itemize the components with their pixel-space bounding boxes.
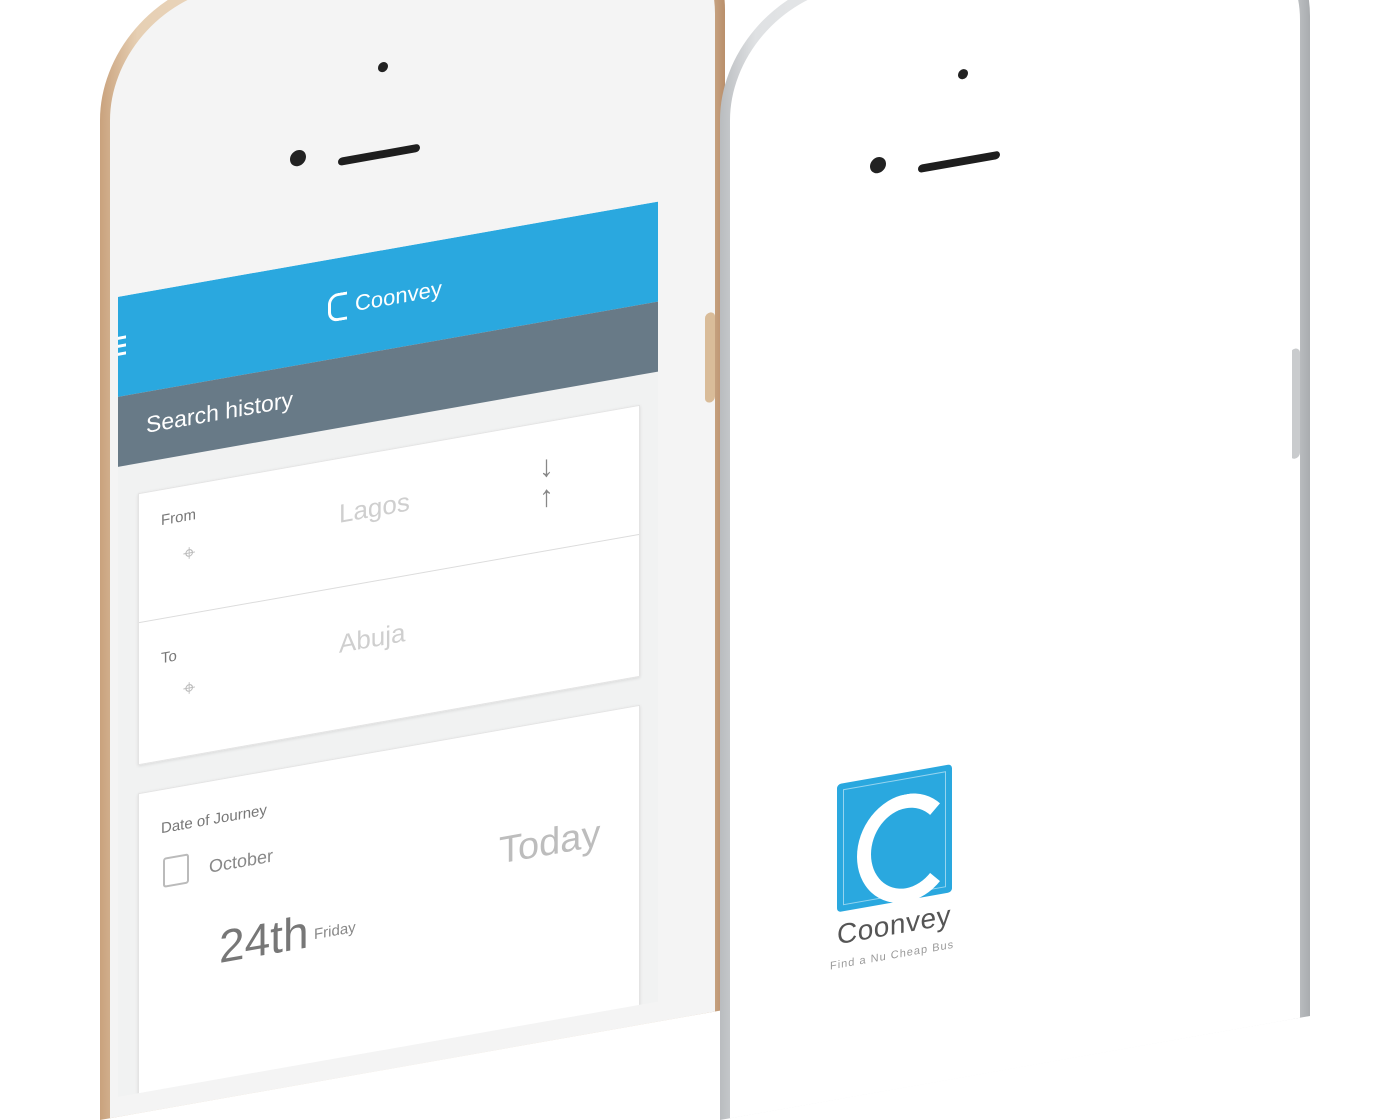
date-day: 24th [219,905,309,974]
today-label[interactable]: Today [499,813,600,874]
front-camera [870,155,886,175]
front-camera [290,148,306,168]
route-card: From ⌖ Lagos ↓ ↑ To ⌖ Abuja [138,404,640,766]
calendar-icon [163,853,189,888]
app-brand: Coonvey [328,275,442,323]
brand-logo-icon [328,291,347,323]
date-label: Date of Journey [161,801,267,838]
right-phone-screen: Coonvey Find a Nu Cheap Bus [732,159,1292,1118]
to-value[interactable]: Abuja [339,617,406,660]
power-button [705,311,715,404]
from-value[interactable]: Lagos [339,486,410,529]
swap-arrows-icon[interactable]: ↓ ↑ [539,449,554,515]
proximity-sensor [378,61,388,73]
date-month: October [209,845,274,877]
earpiece-speaker [338,143,420,167]
from-label: From [161,506,196,530]
proximity-sensor [958,68,968,81]
splash-logo-icon [837,764,955,913]
location-pin-icon: ⌖ [183,539,196,567]
silver-phone: Coonvey Find a Nu Cheap Bus [720,0,1310,1120]
hamburger-icon[interactable] [118,335,126,360]
earpiece-speaker [918,150,1000,174]
search-history-label: Search history [146,385,294,438]
route-divider [139,533,639,624]
date-weekday: Friday [314,918,356,944]
gold-phone: ⩛ ⇕ Coonvey Search history From ⌖ Lagos … [100,0,725,1120]
brand-name: Coonvey [355,275,442,317]
location-pin-icon: ⌖ [183,674,196,702]
to-label: To [161,647,177,668]
left-phone-screen: ⩛ ⇕ Coonvey Search history From ⌖ Lagos … [118,201,658,1097]
